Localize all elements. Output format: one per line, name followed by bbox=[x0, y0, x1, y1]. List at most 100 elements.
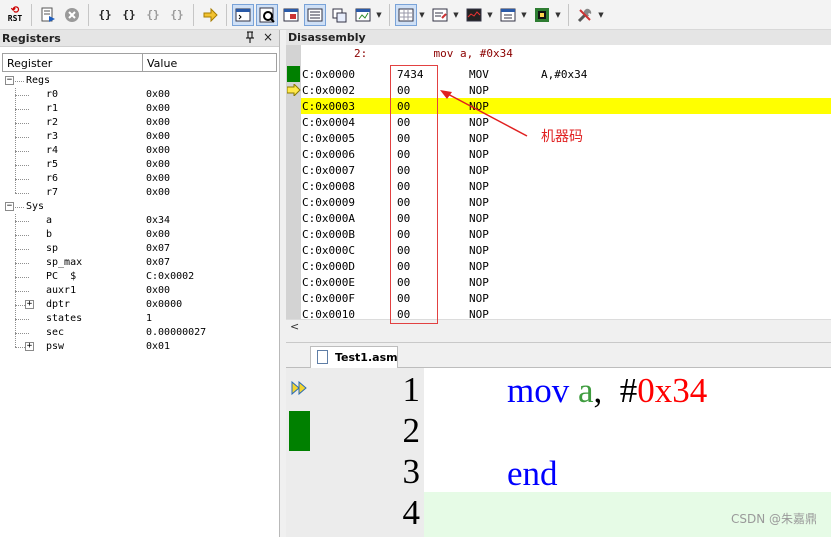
register-value[interactable]: 0x00 bbox=[146, 103, 170, 114]
code-line-3[interactable]: end bbox=[507, 454, 558, 494]
instruction-mnemonic: NOP bbox=[469, 292, 489, 305]
register-row[interactable]: r1 0x00 bbox=[0, 102, 278, 116]
register-row[interactable]: + dptr 0x0000 bbox=[0, 298, 278, 312]
code-line-1[interactable]: mov a, #0x34 bbox=[507, 371, 707, 411]
register-value[interactable]: 0x00 bbox=[146, 117, 170, 128]
run-to-cursor-button[interactable]: {} bbox=[166, 4, 188, 26]
register-row[interactable]: r3 0x00 bbox=[0, 130, 278, 144]
register-row[interactable]: r2 0x00 bbox=[0, 116, 278, 130]
disassembly-row[interactable]: C:0x0002 00 NOP bbox=[301, 82, 831, 98]
register-row[interactable]: a 0x34 bbox=[0, 214, 278, 228]
collapse-toggle-icon[interactable]: − bbox=[5, 202, 14, 211]
register-row[interactable]: sp 0x07 bbox=[0, 242, 278, 256]
register-value[interactable]: 0x00 bbox=[146, 89, 170, 100]
registers-icon bbox=[307, 8, 323, 21]
register-group-sys[interactable]: − Sys bbox=[0, 200, 278, 214]
disassembly-row[interactable]: C:0x000B 00 NOP bbox=[301, 226, 831, 242]
register-value[interactable]: 0x00 bbox=[146, 159, 170, 170]
register-value[interactable]: 0x00 bbox=[146, 187, 170, 198]
register-row[interactable]: r5 0x00 bbox=[0, 158, 278, 172]
tree-connector bbox=[15, 137, 29, 138]
register-row[interactable]: b 0x00 bbox=[0, 228, 278, 242]
symbols-window-button[interactable] bbox=[280, 4, 302, 26]
editor-tab-bar: Test1.asm bbox=[286, 343, 831, 368]
register-row[interactable]: PC $ C:0x0002 bbox=[0, 270, 278, 284]
horizontal-scrollbar[interactable]: < bbox=[286, 319, 831, 334]
disassembly-window-button[interactable] bbox=[256, 3, 278, 26]
register-row[interactable]: auxr1 0x00 bbox=[0, 284, 278, 298]
disassembly-row[interactable]: C:0x000D 00 NOP bbox=[301, 258, 831, 274]
register-value[interactable]: 0x07 bbox=[146, 243, 170, 254]
step-over-button[interactable]: {} bbox=[118, 4, 140, 26]
column-header-value[interactable]: Value bbox=[147, 57, 177, 70]
serial-dropdown-arrow[interactable]: ▼ bbox=[452, 4, 460, 26]
disassembly-row[interactable]: C:0x000E 00 NOP bbox=[301, 274, 831, 290]
step-into-button[interactable]: {} bbox=[94, 4, 116, 26]
register-value[interactable]: 1 bbox=[146, 313, 152, 324]
register-value[interactable]: 0x00 bbox=[146, 173, 170, 184]
disassembly-row[interactable]: C:0x000C 00 NOP bbox=[301, 242, 831, 258]
analysis-dropdown-arrow[interactable]: ▼ bbox=[486, 4, 494, 26]
register-row[interactable]: r0 0x00 bbox=[0, 88, 278, 102]
toolbox-button[interactable] bbox=[574, 4, 596, 26]
tab-test1-asm[interactable]: Test1.asm bbox=[310, 346, 398, 368]
expand-toggle-icon[interactable]: + bbox=[25, 300, 34, 309]
run-button[interactable] bbox=[37, 4, 59, 26]
trace-window-button[interactable] bbox=[497, 4, 519, 26]
register-row[interactable]: r4 0x00 bbox=[0, 144, 278, 158]
register-row[interactable]: r6 0x00 bbox=[0, 172, 278, 186]
column-divider[interactable] bbox=[142, 54, 143, 71]
disassembly-row[interactable]: C:0x0003 00 NOP bbox=[301, 98, 831, 114]
disassembly-row[interactable]: C:0x000F 00 NOP bbox=[301, 290, 831, 306]
scroll-left-icon[interactable]: < bbox=[290, 320, 299, 333]
collapse-toggle-icon[interactable]: − bbox=[5, 76, 14, 85]
register-value[interactable]: C:0x0002 bbox=[146, 271, 194, 282]
close-icon[interactable]: × bbox=[263, 30, 273, 44]
stop-button[interactable] bbox=[61, 4, 83, 26]
disassembly-row[interactable]: C:0x0008 00 NOP bbox=[301, 178, 831, 194]
memory-window-button[interactable] bbox=[395, 3, 417, 26]
register-value[interactable]: 0x00 bbox=[146, 229, 170, 240]
tree-connector bbox=[15, 109, 29, 110]
watch-dropdown-arrow[interactable]: ▼ bbox=[375, 4, 383, 26]
register-value[interactable]: 0x0000 bbox=[146, 299, 182, 310]
analysis-window-button[interactable] bbox=[463, 4, 485, 26]
memory-dropdown-arrow[interactable]: ▼ bbox=[418, 4, 426, 26]
reset-cpu-button[interactable]: ⟲ RST bbox=[4, 4, 26, 26]
trace-dropdown-arrow[interactable]: ▼ bbox=[520, 4, 528, 26]
disassembly-row[interactable]: C:0x0000 7434 MOV A,#0x34 bbox=[301, 66, 831, 82]
disassembly-row[interactable]: C:0x0007 00 NOP bbox=[301, 162, 831, 178]
instruction-address: C:0x0007 bbox=[302, 164, 355, 177]
registers-window-button[interactable] bbox=[304, 3, 326, 26]
register-value[interactable]: 0x34 bbox=[146, 215, 170, 226]
register-value[interactable]: 0x01 bbox=[146, 341, 170, 352]
register-row[interactable]: states 1 bbox=[0, 312, 278, 326]
code-coverage-marker bbox=[289, 411, 310, 451]
register-row[interactable]: sp_max 0x07 bbox=[0, 256, 278, 270]
editor-gutter[interactable]: 1 2 3 4 bbox=[286, 368, 424, 537]
pin-icon[interactable] bbox=[245, 31, 255, 46]
watch-window-button[interactable] bbox=[352, 4, 374, 26]
register-value[interactable]: 0.00000027 bbox=[146, 327, 206, 338]
register-row[interactable]: sec 0.00000027 bbox=[0, 326, 278, 340]
command-window-button[interactable] bbox=[232, 3, 254, 26]
show-next-statement-button[interactable] bbox=[199, 4, 221, 26]
register-value[interactable]: 0x07 bbox=[146, 257, 170, 268]
register-value[interactable]: 0x00 bbox=[146, 131, 170, 142]
call-stack-button[interactable] bbox=[328, 4, 350, 26]
disassembly-row[interactable]: C:0x0006 00 NOP bbox=[301, 146, 831, 162]
column-header-register[interactable]: Register bbox=[7, 57, 52, 70]
disassembly-row[interactable]: C:0x000A 00 NOP bbox=[301, 210, 831, 226]
system-viewer-dropdown-arrow[interactable]: ▼ bbox=[554, 4, 562, 26]
register-value[interactable]: 0x00 bbox=[146, 145, 170, 156]
step-out-button[interactable]: {} bbox=[142, 4, 164, 26]
expand-toggle-icon[interactable]: + bbox=[25, 342, 34, 351]
toolbox-dropdown-arrow[interactable]: ▼ bbox=[597, 4, 605, 26]
disassembly-row[interactable]: C:0x0009 00 NOP bbox=[301, 194, 831, 210]
serial-window-button[interactable] bbox=[429, 4, 451, 26]
register-value[interactable]: 0x00 bbox=[146, 285, 170, 296]
register-group-regs[interactable]: − Regs bbox=[0, 74, 278, 88]
system-viewer-button[interactable] bbox=[531, 4, 553, 26]
register-row[interactable]: r7 0x00 bbox=[0, 186, 278, 200]
register-row[interactable]: + psw 0x01 bbox=[0, 340, 278, 354]
